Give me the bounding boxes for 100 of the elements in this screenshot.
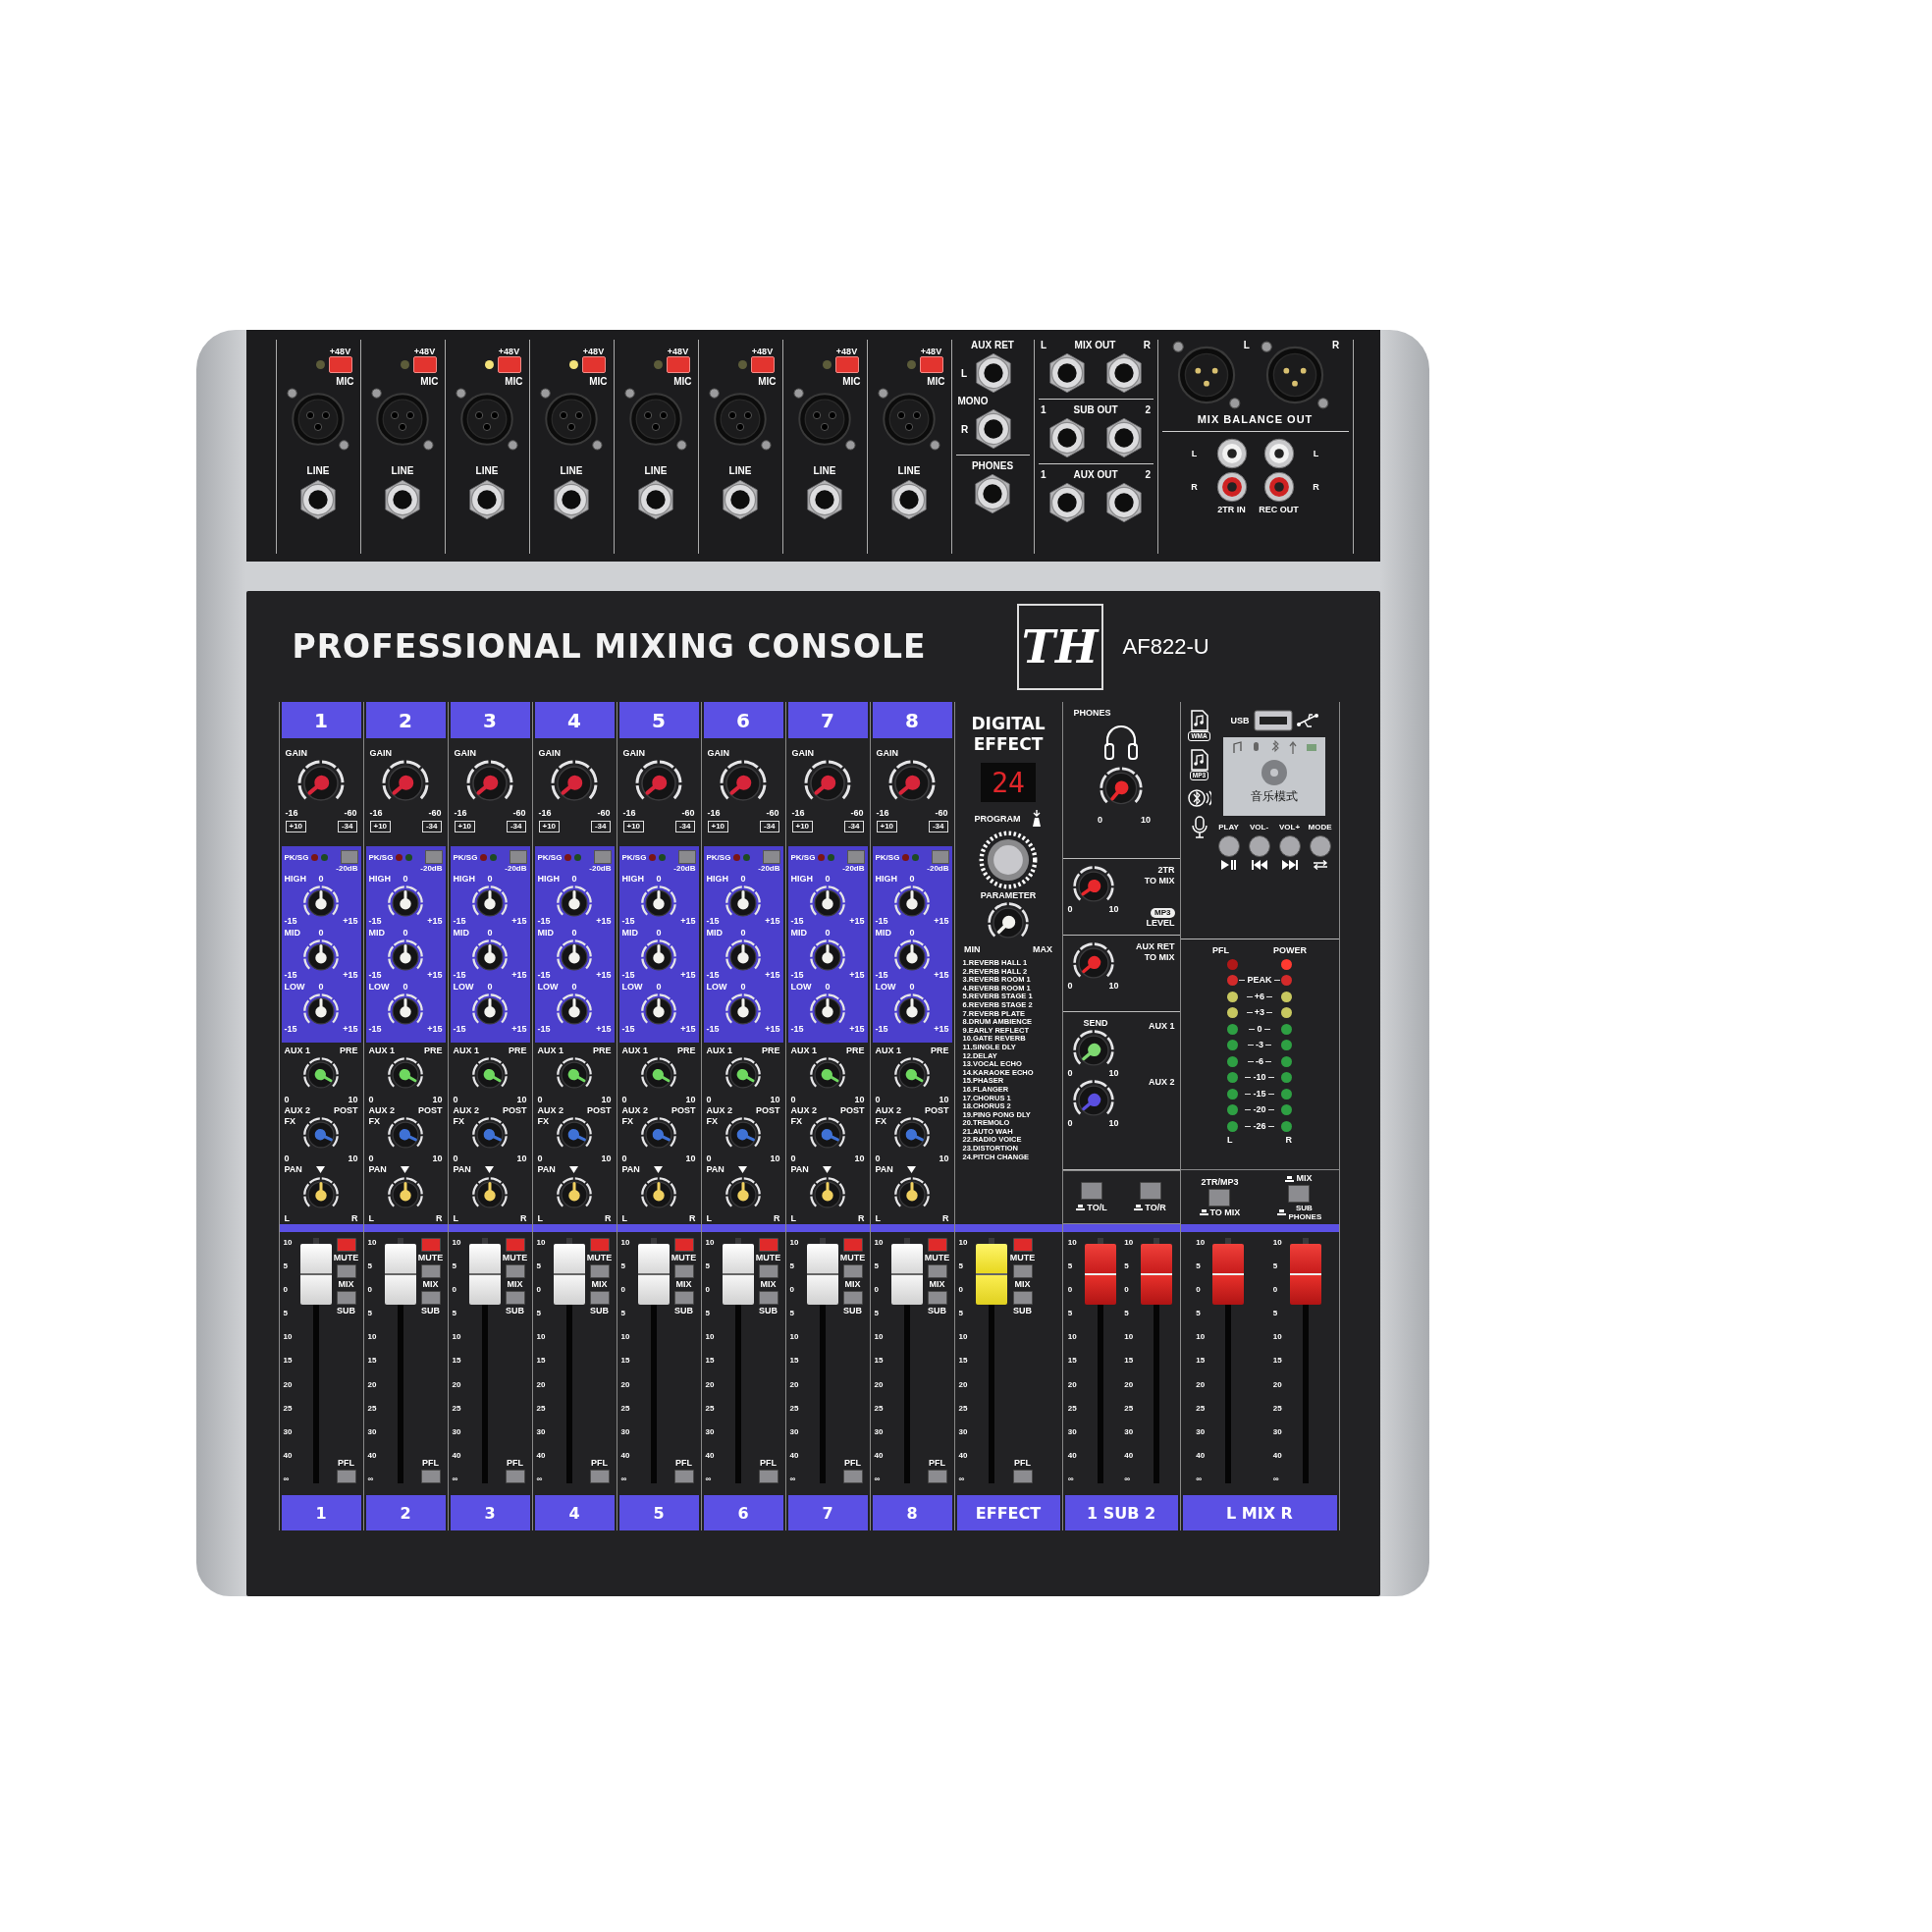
signal-led xyxy=(659,853,667,861)
fader-cap[interactable] xyxy=(1141,1243,1173,1305)
fader-cap[interactable] xyxy=(299,1243,332,1305)
mix-button[interactable] xyxy=(758,1264,778,1278)
mute-button[interactable] xyxy=(1012,1238,1033,1252)
effect-title: DIGITAL EFFECT xyxy=(970,714,1046,755)
phones-source-button[interactable] xyxy=(1287,1185,1310,1203)
sub-button[interactable] xyxy=(842,1291,863,1305)
fader-cap[interactable] xyxy=(468,1243,501,1305)
player-button[interactable] xyxy=(1248,835,1270,857)
scale-label: L xyxy=(790,1213,796,1224)
fader-cap[interactable] xyxy=(722,1243,754,1305)
mute-button[interactable] xyxy=(758,1238,778,1252)
phantom-power-button[interactable] xyxy=(497,356,521,373)
channel-label: 8 xyxy=(872,1495,952,1530)
meter-scale-label: -3 xyxy=(1256,1040,1263,1051)
sub-button[interactable] xyxy=(589,1291,610,1305)
scale-label: 0 xyxy=(537,1094,543,1105)
channel-label: 7 xyxy=(787,1495,868,1530)
fader-cap[interactable] xyxy=(806,1243,838,1305)
player-button[interactable] xyxy=(1217,835,1240,857)
aux-label: AUX 2 xyxy=(284,1104,310,1116)
mix-button[interactable] xyxy=(673,1264,694,1278)
mix-button[interactable] xyxy=(420,1264,441,1278)
phantom-power-button[interactable] xyxy=(750,356,775,373)
disc-icon xyxy=(1260,758,1289,787)
mute-button[interactable] xyxy=(505,1238,525,1252)
player-button[interactable] xyxy=(1309,835,1331,857)
assign-button[interactable] xyxy=(1081,1181,1102,1200)
fader-cap[interactable] xyxy=(890,1243,923,1305)
jack-socket-icon xyxy=(635,479,676,520)
fader-scale-label: 30 xyxy=(1272,1426,1283,1436)
mute-button[interactable] xyxy=(589,1238,610,1252)
program-encoder-knob[interactable] xyxy=(978,830,1039,890)
fader-scale-label: 20 xyxy=(283,1379,294,1389)
scale-label: +15 xyxy=(765,916,780,927)
scale-label: 10 xyxy=(939,1154,949,1165)
phantom-power-button[interactable] xyxy=(581,356,606,373)
scale-label: -15 xyxy=(875,1024,888,1035)
pfl-button[interactable] xyxy=(505,1470,525,1483)
fader-cap[interactable] xyxy=(1084,1243,1116,1305)
sub-button[interactable] xyxy=(505,1291,525,1305)
phantom-power-button[interactable] xyxy=(834,356,859,373)
phantom-power-button[interactable] xyxy=(666,356,690,373)
sub-button[interactable] xyxy=(420,1291,441,1305)
scale-label: -15 xyxy=(621,916,635,927)
pfl-button[interactable] xyxy=(420,1470,441,1483)
fader-cap[interactable] xyxy=(975,1243,1007,1305)
pfl-button[interactable] xyxy=(758,1470,778,1483)
mute-button[interactable] xyxy=(673,1238,694,1252)
pfl-button[interactable] xyxy=(927,1470,947,1483)
pfl-button[interactable] xyxy=(1012,1470,1033,1483)
sub-phones-label: SUB PHONES xyxy=(1288,1204,1320,1221)
phantom-power-button[interactable] xyxy=(328,356,352,373)
phantom-power-button[interactable] xyxy=(919,356,943,373)
pfl-button[interactable] xyxy=(589,1470,610,1483)
fader-cap[interactable] xyxy=(553,1243,585,1305)
pfl-button[interactable] xyxy=(673,1470,694,1483)
fader-scale-label: 10 xyxy=(789,1332,800,1342)
fader-scale-label: 25 xyxy=(283,1403,294,1413)
pan-label: PAN xyxy=(368,1164,387,1176)
fader-cap[interactable] xyxy=(1289,1243,1321,1305)
mix-button[interactable] xyxy=(1012,1264,1033,1278)
mix-button[interactable] xyxy=(336,1264,356,1278)
pfl-button[interactable] xyxy=(842,1470,863,1483)
fader-cap[interactable] xyxy=(637,1243,670,1305)
aux-label: AUX 2 xyxy=(368,1104,395,1116)
switch-icon xyxy=(1134,1205,1144,1210)
scale-label: -60 xyxy=(681,808,695,819)
assign-button[interactable] xyxy=(1139,1181,1161,1200)
sub-button[interactable] xyxy=(1012,1291,1033,1305)
fader-scale-label: 10 xyxy=(1272,1238,1283,1247)
scale-label: +15 xyxy=(765,1024,780,1035)
mute-button[interactable] xyxy=(927,1238,947,1252)
pad-label: -20dB xyxy=(673,864,696,874)
sub-button[interactable] xyxy=(927,1291,947,1305)
side-label: R xyxy=(1285,1134,1292,1146)
eq-band-label: LOW xyxy=(453,982,475,993)
scale-label: 10 xyxy=(601,1154,612,1165)
mute-button[interactable] xyxy=(336,1238,356,1252)
mute-button[interactable] xyxy=(420,1238,441,1252)
mix-button[interactable] xyxy=(505,1264,525,1278)
pfl-button[interactable] xyxy=(336,1470,356,1483)
phantom-power-button[interactable] xyxy=(412,356,437,373)
fader-cap[interactable] xyxy=(384,1243,416,1305)
source-button[interactable] xyxy=(1208,1188,1231,1207)
scale-label: +15 xyxy=(934,1024,949,1035)
fader-cap[interactable] xyxy=(1212,1243,1245,1305)
mix-button[interactable] xyxy=(589,1264,610,1278)
mute-button[interactable] xyxy=(842,1238,863,1252)
scale-label: 0 xyxy=(368,1094,374,1105)
sub-button[interactable] xyxy=(336,1291,356,1305)
sub-button[interactable] xyxy=(673,1291,694,1305)
scale-label: +15 xyxy=(343,970,358,981)
sub-button[interactable] xyxy=(758,1291,778,1305)
mix-button[interactable] xyxy=(842,1264,863,1278)
xlr-female-socket-icon xyxy=(539,387,604,452)
player-button[interactable] xyxy=(1278,835,1301,857)
scale-label: 10 xyxy=(939,1094,949,1105)
mix-button[interactable] xyxy=(927,1264,947,1278)
